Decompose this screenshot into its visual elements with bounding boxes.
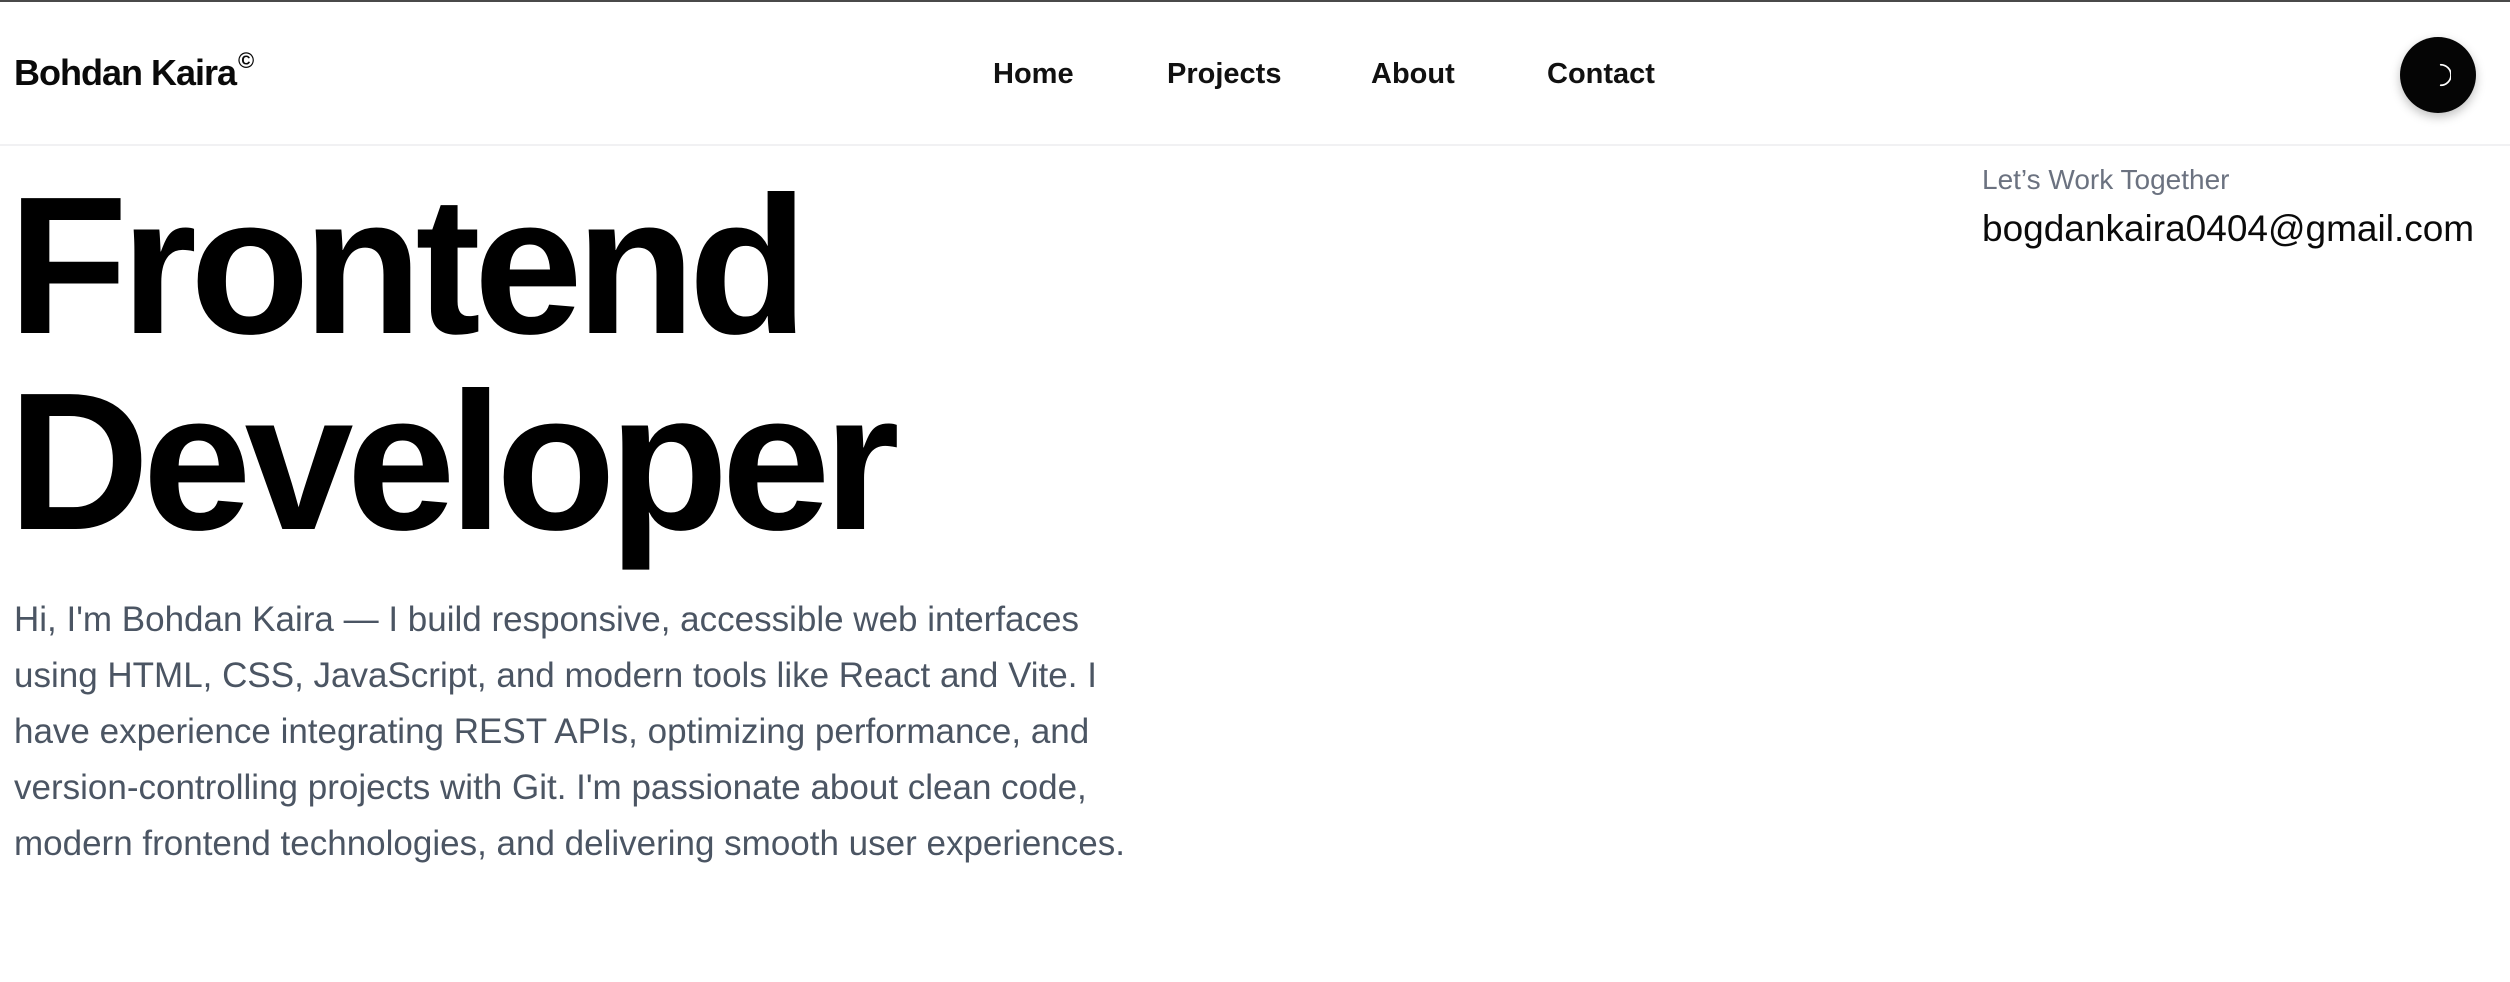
nav-item-about[interactable]: About [1371, 58, 1455, 91]
site-header: Bohdan Kaira© Home Projects About Contac… [0, 2, 2510, 146]
theme-toggle-button[interactable] [2400, 37, 2476, 113]
hero-title-line1: Frontend [8, 156, 808, 375]
nav-item-contact[interactable]: Contact [1547, 58, 1655, 91]
main-nav: Home Projects About Contact [0, 58, 2510, 98]
nav-item-projects[interactable]: Projects [1167, 58, 1281, 91]
hero-title-line2: Developer [8, 352, 900, 571]
intro-paragraph: Hi, I'm Bohdan Kaira — I build responsiv… [14, 600, 1125, 863]
moon-icon [2439, 63, 2451, 87]
nav-item-home[interactable]: Home [993, 58, 1074, 91]
work-together-label: Let’s Work Together [1982, 164, 2230, 195]
hero-title: Frontend Developer [8, 156, 900, 571]
contact-email-link[interactable]: bogdankaira0404@gmail.com [1982, 208, 2474, 250]
